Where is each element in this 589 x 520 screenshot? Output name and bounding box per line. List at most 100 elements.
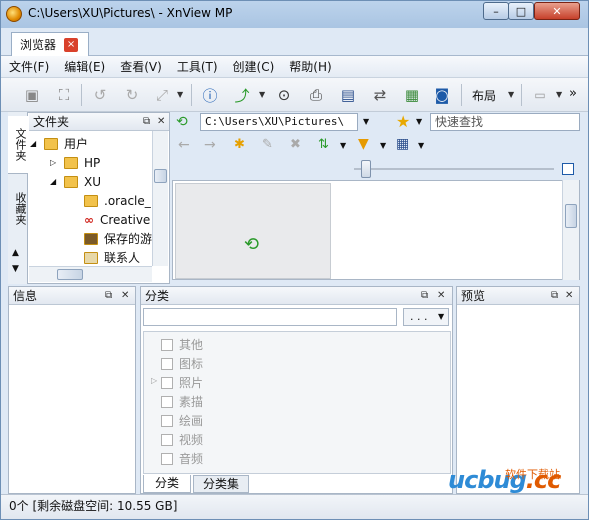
tree-item[interactable]: ∞ Creative bbox=[84, 210, 152, 229]
title-bar[interactable]: C:\Users\XU\Pictures\ - XnView MP – □ ✕ bbox=[0, 0, 589, 28]
menu-help[interactable]: 帮助(H) bbox=[289, 58, 331, 75]
tree-item[interactable]: ◢ 用户 bbox=[30, 134, 88, 153]
maximize-button[interactable]: □ bbox=[508, 2, 534, 20]
favorite-star-icon[interactable]: ★ bbox=[396, 112, 410, 131]
tree-item[interactable]: .oracle_ bbox=[84, 191, 152, 210]
info-icon[interactable]: ⓘ bbox=[199, 84, 221, 106]
checkbox[interactable] bbox=[161, 414, 173, 427]
tree-item[interactable]: ◢ XU bbox=[50, 172, 101, 191]
folders-hscroll-thumb[interactable] bbox=[57, 269, 83, 280]
folders-vertical-scrollbar[interactable] bbox=[152, 131, 168, 266]
tab-category-sets[interactable]: 分类集 bbox=[193, 475, 249, 493]
category-item[interactable]: 照片 bbox=[161, 373, 203, 392]
rotate-right-icon[interactable]: ↻ bbox=[121, 84, 143, 106]
category-item[interactable]: 其他 bbox=[161, 335, 203, 354]
category-item[interactable]: 图标 bbox=[161, 354, 203, 373]
info-dock-icon[interactable]: ⧉ bbox=[105, 290, 112, 301]
scan-icon[interactable]: ▤ bbox=[337, 84, 359, 106]
category-expander-icon[interactable]: ▷ bbox=[151, 376, 157, 385]
sort-icon[interactable]: ⇅ bbox=[318, 137, 329, 152]
category-dropdown[interactable]: . . . ▼ bbox=[403, 308, 449, 326]
filter-icon[interactable]: ▼ bbox=[358, 136, 369, 152]
folders-panel-dock-icon[interactable]: ⧉ bbox=[143, 116, 150, 127]
batch-icon[interactable]: ▦ bbox=[401, 84, 423, 106]
file-list-scrollbar[interactable] bbox=[562, 180, 579, 280]
category-item[interactable]: 素描 bbox=[161, 392, 203, 411]
category-close-icon[interactable]: ✕ bbox=[437, 290, 445, 301]
tab-close-icon[interactable]: × bbox=[64, 37, 79, 52]
view-mode-dropdown-icon[interactable]: ▼ bbox=[418, 141, 424, 150]
tree-expander-icon[interactable]: ▷ bbox=[50, 158, 64, 167]
folders-scroll-thumb[interactable] bbox=[154, 169, 167, 183]
page-dropdown-icon[interactable]: ▼ bbox=[556, 90, 562, 99]
tree-expander-icon[interactable]: ◢ bbox=[30, 139, 44, 148]
tree-item[interactable]: ▷ HP bbox=[50, 153, 100, 172]
thumb-size-icon[interactable] bbox=[562, 163, 574, 175]
close-button[interactable]: ✕ bbox=[534, 2, 580, 20]
slideshow-icon[interactable]: ▣ bbox=[21, 84, 43, 106]
layout-button[interactable]: 布局 bbox=[472, 87, 496, 104]
tab-browser[interactable]: 浏览器 × bbox=[11, 32, 89, 56]
checkbox[interactable] bbox=[161, 433, 173, 446]
vtabs-scroll-down-icon[interactable]: ▼ bbox=[12, 264, 19, 274]
preview-dock-icon[interactable]: ⧉ bbox=[551, 290, 558, 301]
rename-icon[interactable]: ✎ bbox=[262, 137, 273, 152]
thumb-size-slider-track[interactable] bbox=[354, 168, 554, 170]
open-dropdown-icon[interactable]: ▼ bbox=[259, 90, 265, 99]
view-mode-icon[interactable]: ▦ bbox=[396, 136, 409, 152]
favorite-dropdown-icon[interactable]: ▼ bbox=[416, 117, 422, 126]
menu-file[interactable]: 文件(F) bbox=[9, 58, 49, 75]
file-list-view[interactable]: ⟲ bbox=[172, 180, 580, 280]
vtabs-scroll-up-icon[interactable]: ▲ bbox=[12, 248, 19, 258]
info-close-icon[interactable]: ✕ bbox=[121, 290, 129, 301]
checkbox[interactable] bbox=[161, 357, 173, 370]
minimize-button[interactable]: – bbox=[483, 2, 509, 20]
category-item[interactable]: 音频 bbox=[161, 449, 203, 468]
checkbox[interactable] bbox=[161, 395, 173, 408]
binoculars-icon[interactable]: ⊙ bbox=[273, 84, 295, 106]
folders-horizontal-scrollbar[interactable] bbox=[29, 266, 152, 282]
thumbnail-parent-folder[interactable]: ⟲ bbox=[175, 183, 331, 279]
menu-view[interactable]: 查看(V) bbox=[120, 58, 162, 75]
checkbox[interactable] bbox=[161, 338, 173, 351]
capture-icon[interactable]: ◙ bbox=[431, 84, 453, 106]
print-icon[interactable]: ⎙ bbox=[305, 84, 327, 106]
fullscreen-icon[interactable]: ⛶ bbox=[53, 84, 75, 106]
more-tools-icon[interactable]: » bbox=[569, 86, 577, 101]
address-bar[interactable]: C:\Users\XU\Pictures\ bbox=[200, 113, 358, 131]
tree-expander-icon[interactable]: ◢ bbox=[50, 177, 64, 186]
preview-close-icon[interactable]: ✕ bbox=[565, 290, 573, 301]
thumb-size-slider-handle[interactable] bbox=[361, 160, 371, 178]
tree-item[interactable]: 联系人 bbox=[84, 248, 152, 267]
open-folder-icon[interactable]: ⤴ bbox=[231, 84, 253, 106]
category-dock-icon[interactable]: ⧉ bbox=[421, 290, 428, 301]
transform-dropdown-icon[interactable]: ▼ bbox=[177, 90, 183, 99]
filter-dropdown-icon[interactable]: ▼ bbox=[380, 141, 386, 150]
menu-create[interactable]: 创建(C) bbox=[233, 58, 275, 75]
tab-favorites[interactable]: 收藏夹 bbox=[8, 178, 28, 238]
checkbox[interactable] bbox=[161, 376, 173, 389]
rotate-left-icon[interactable]: ↺ bbox=[89, 84, 111, 106]
tab-folders[interactable]: 文件夹 bbox=[8, 116, 28, 174]
delete-icon[interactable]: ✖ bbox=[290, 137, 301, 152]
category-filter-input[interactable] bbox=[143, 308, 397, 326]
tab-categories[interactable]: 分类 bbox=[143, 475, 191, 493]
quick-search-input[interactable]: 快速查找 bbox=[430, 113, 580, 131]
page-icon[interactable]: ▭ bbox=[529, 84, 551, 106]
category-item[interactable]: 视频 bbox=[161, 430, 203, 449]
folders-panel-close-icon[interactable]: ✕ bbox=[157, 116, 165, 127]
forward-icon[interactable]: → bbox=[204, 137, 216, 153]
checkbox[interactable] bbox=[161, 452, 173, 465]
address-dropdown-icon[interactable]: ▼ bbox=[363, 117, 369, 126]
menu-edit[interactable]: 编辑(E) bbox=[64, 58, 105, 75]
category-item[interactable]: 绘画 bbox=[161, 411, 203, 430]
go-up-icon[interactable]: ⟲ bbox=[176, 114, 188, 130]
tree-item[interactable]: 保存的游 bbox=[84, 229, 152, 248]
transform-icon[interactable]: ⤢ bbox=[151, 84, 173, 106]
convert-icon[interactable]: ⇄ bbox=[369, 84, 391, 106]
sort-dropdown-icon[interactable]: ▼ bbox=[340, 141, 346, 150]
menu-tools[interactable]: 工具(T) bbox=[177, 58, 218, 75]
file-list-scroll-thumb[interactable] bbox=[565, 204, 577, 228]
back-icon[interactable]: ← bbox=[178, 137, 190, 153]
new-folder-icon[interactable]: ✱ bbox=[234, 137, 245, 152]
